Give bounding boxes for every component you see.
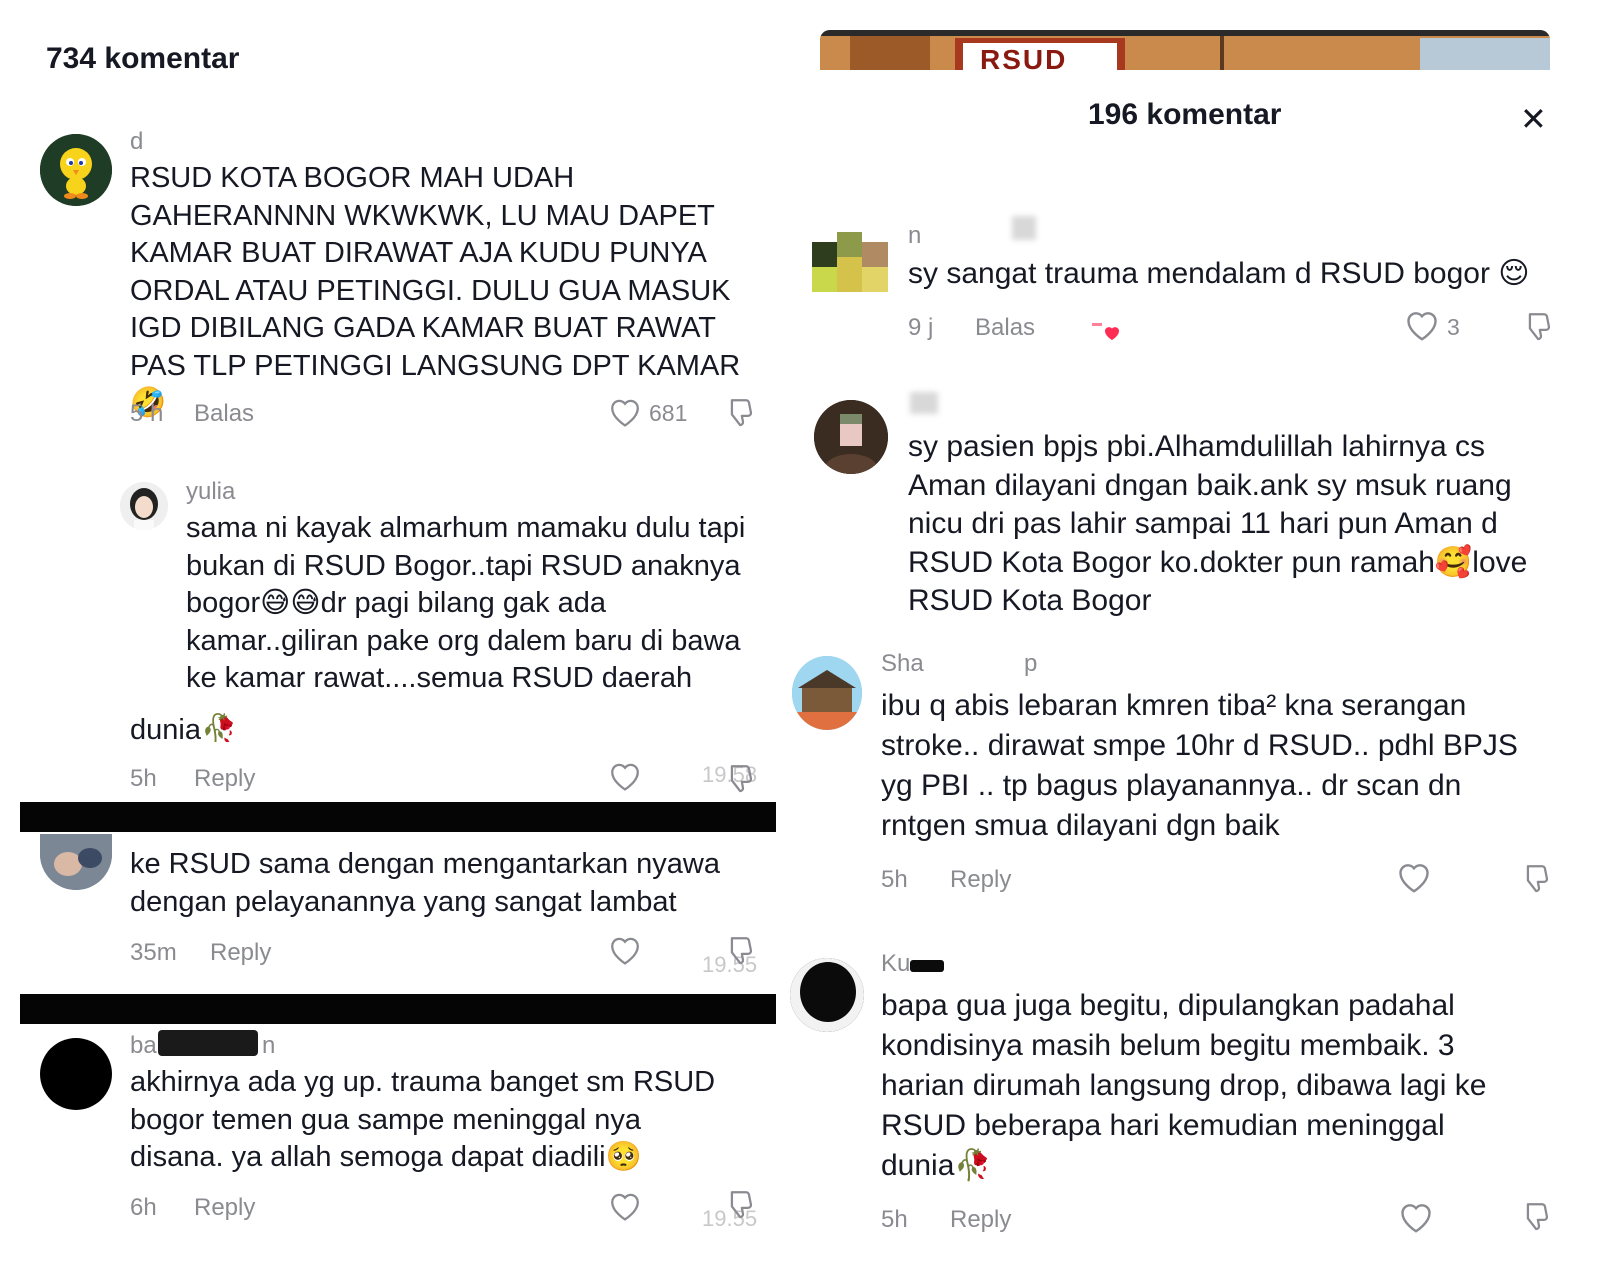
heart-icon[interactable] (1398, 1200, 1434, 1234)
comment-text: ke RSUD sama dengan mengantarkan nyawa d… (130, 848, 720, 918)
person-avatar-icon (814, 400, 888, 474)
comment-text: bapa gua juga begitu, dipulangkan padaha… (881, 989, 1487, 1182)
comment-text-tail: dunia🥀 (130, 714, 238, 742)
comment-time: 5 h (130, 400, 164, 427)
comment-username-end[interactable]: n (262, 1032, 275, 1060)
comment-text: sama ni kayak almarhum mamaku dulu tapi … (186, 512, 746, 694)
redaction-block (1012, 216, 1036, 240)
left-comment-count: 734 komentar (46, 42, 240, 75)
reply-button[interactable]: Balas (194, 400, 254, 428)
close-icon[interactable]: ✕ (1520, 100, 1547, 138)
reply-button[interactable]: Reply (194, 1194, 255, 1222)
video-banner[interactable]: RSUD (820, 30, 1550, 70)
heart-icon[interactable] (608, 760, 642, 792)
dislike-icon[interactable] (1520, 310, 1554, 344)
comment-text: sy pasien bpjs pbi.Alhamdulillah lahirny… (908, 430, 1528, 617)
reply-button[interactable]: Reply (194, 765, 255, 793)
redaction-block (910, 960, 944, 972)
dislike-icon[interactable] (722, 762, 756, 796)
comment-text: sy sangat trauma mendalam d RSUD bogor 😌 (908, 257, 1530, 290)
avatar[interactable] (814, 400, 888, 474)
dislike-icon[interactable] (722, 934, 756, 968)
redaction-block (158, 1030, 258, 1056)
comment-time: 5h (881, 1206, 908, 1233)
avatar[interactable] (40, 834, 112, 890)
avatar[interactable] (120, 482, 168, 530)
building-thumbnail-icon (820, 30, 1550, 70)
comment-text: ibu q abis lebaran kmren tiba² kna seran… (881, 689, 1518, 842)
comment-username[interactable]: yulia (186, 478, 235, 506)
comment-time: 35m (130, 939, 177, 966)
comment-time: 5h (881, 866, 908, 893)
dislike-icon[interactable] (1518, 862, 1552, 896)
reply-button[interactable]: Reply (210, 939, 271, 967)
comment-username-end[interactable]: p (1024, 650, 1037, 678)
comment-username-start[interactable]: Sha (881, 650, 924, 678)
tweety-avatar-icon (40, 134, 112, 206)
heart-icon[interactable] (1404, 308, 1440, 342)
comment-time: 5h (130, 765, 157, 792)
dark-avatar-icon (790, 958, 864, 1032)
avatar[interactable] (812, 222, 888, 292)
comment-time: 9 j (908, 314, 934, 341)
comment-text: akhirnya ada yg up. trauma banget sm RSU… (130, 1066, 716, 1173)
creator-liked-heart-icon (1090, 320, 1124, 342)
comment-username[interactable]: n (908, 222, 921, 250)
heart-icon[interactable] (608, 934, 642, 966)
reply-button[interactable]: Reply (950, 1206, 1011, 1234)
comment-username-start[interactable]: ba (130, 1032, 157, 1060)
right-comment-count: 196 komentar (1088, 98, 1282, 131)
comment-text-clip: sama ni kayak almarhum mamaku dulu tapi … (186, 510, 776, 704)
comment-text-clip: ibu q abis lebaran kmren tiba² kna seran… (881, 686, 1549, 846)
comment-text: RSUD KOTA BOGOR MAH UDAH GAHERANNNN WKWK… (130, 162, 741, 419)
divider-bar (20, 802, 776, 832)
baby-avatar-icon (40, 834, 112, 890)
avatar[interactable] (790, 958, 864, 1032)
pixelated-avatar-icon (812, 232, 888, 292)
reply-button[interactable]: Balas (975, 314, 1035, 342)
dislike-icon[interactable] (722, 396, 756, 430)
heart-icon[interactable] (608, 396, 642, 428)
heart-icon[interactable] (608, 1190, 642, 1222)
like-count: 681 (649, 400, 688, 426)
avatar[interactable] (40, 1038, 112, 1110)
building-avatar-icon (792, 656, 862, 730)
comment-time: 6h (130, 1194, 157, 1221)
comment-username-start[interactable]: Ku (881, 950, 910, 978)
comment-username[interactable]: d (130, 128, 143, 156)
divider-bar (20, 994, 776, 1024)
dislike-icon[interactable] (1518, 1200, 1552, 1234)
redaction-block (928, 650, 1023, 676)
like-count: 3 (1447, 314, 1460, 340)
avatar[interactable] (792, 656, 862, 730)
heart-icon[interactable] (1396, 860, 1432, 894)
dislike-icon[interactable] (722, 1188, 756, 1222)
girl-avatar-icon (120, 482, 168, 530)
avatar[interactable] (40, 134, 112, 206)
reply-button[interactable]: Reply (950, 866, 1011, 894)
redaction-block (910, 392, 938, 414)
banner-text: RSUD (980, 44, 1068, 71)
